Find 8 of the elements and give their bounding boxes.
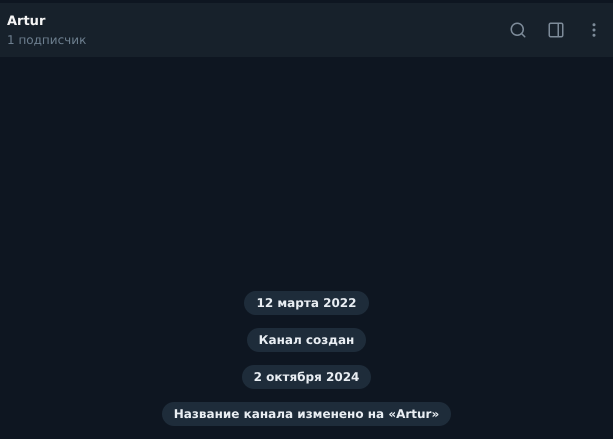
- service-message: 12 марта 2022: [244, 291, 368, 315]
- service-message: Название канала изменено на «Artur»: [162, 402, 452, 426]
- search-icon[interactable]: [509, 21, 527, 39]
- service-message: Канал создан: [246, 328, 366, 352]
- subscriber-count: 1 подписчик: [7, 32, 88, 46]
- sidebar-toggle-icon[interactable]: [547, 21, 565, 39]
- service-message: 2 октября 2024: [242, 365, 372, 389]
- channel-title: Artur: [7, 14, 46, 28]
